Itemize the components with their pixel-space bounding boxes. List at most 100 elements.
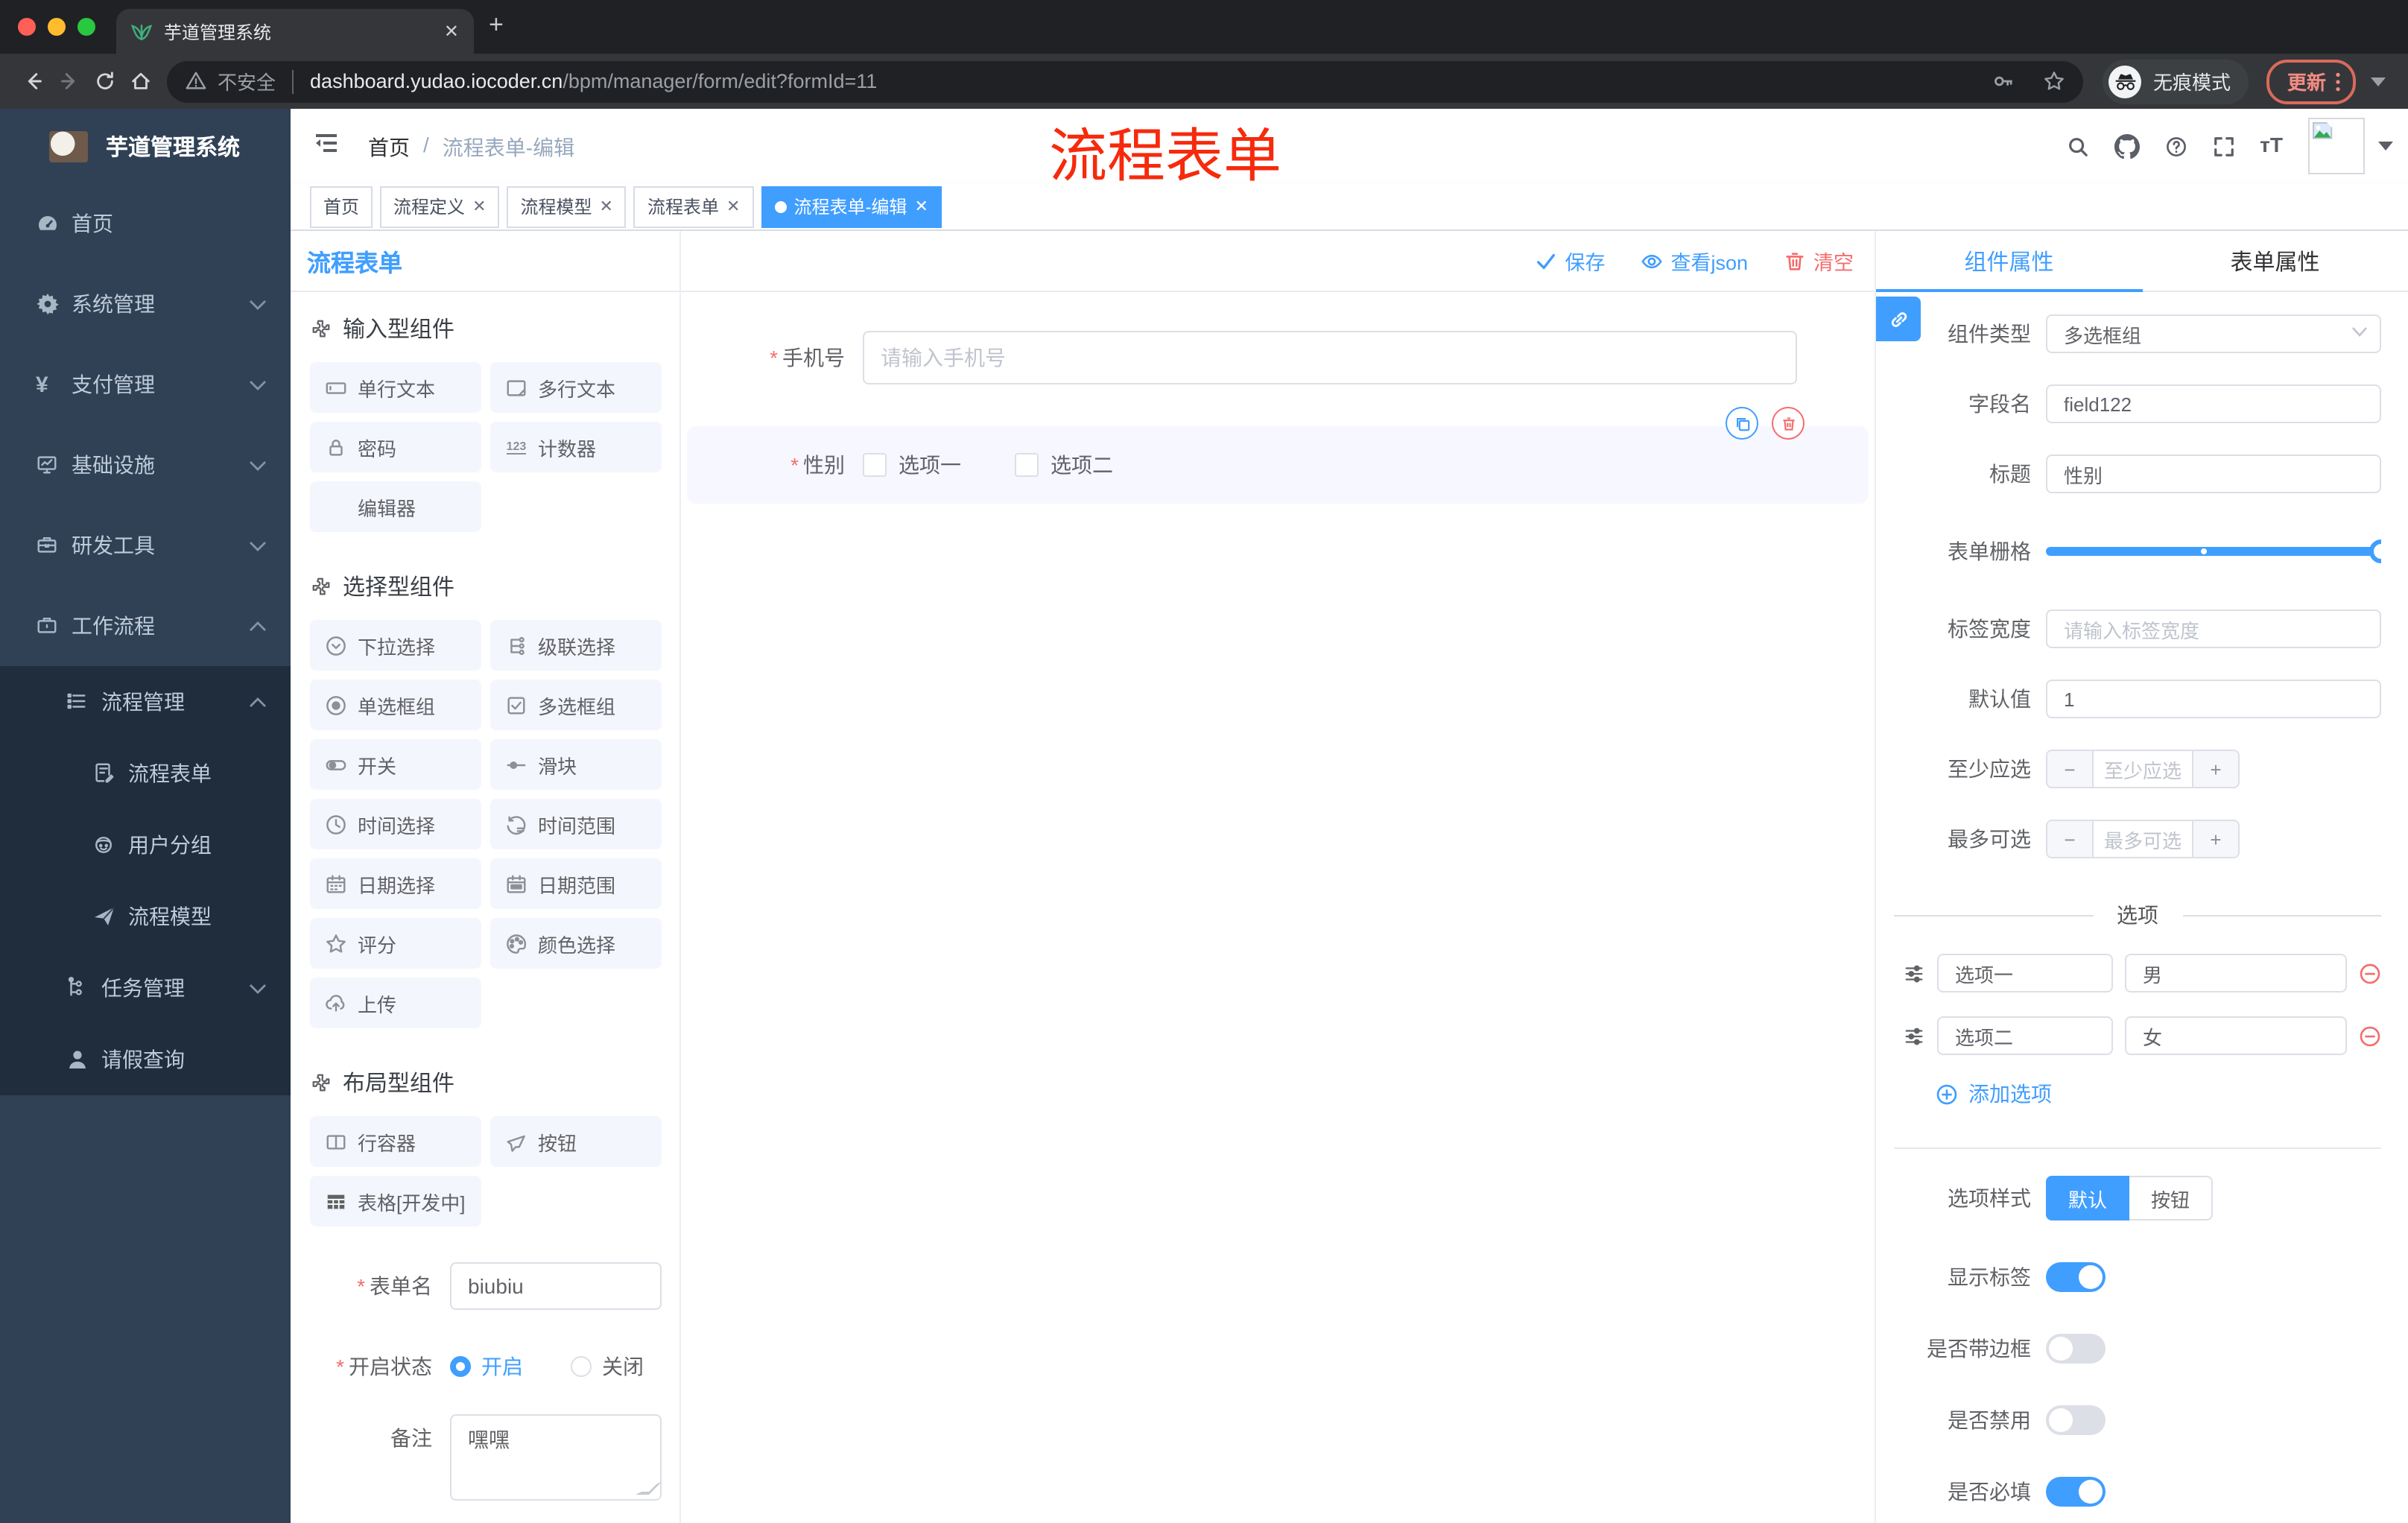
save-button[interactable]: 保存 <box>1535 246 1605 276</box>
security-label[interactable]: 不安全 <box>218 67 276 95</box>
reload-icon[interactable] <box>86 63 122 99</box>
component-chip-颜色选择[interactable]: 颜色选择 <box>490 918 662 969</box>
component-type-select[interactable]: 多选框组 <box>2046 314 2381 353</box>
tab-component-props[interactable]: 组件属性 <box>1876 231 2142 291</box>
avatar-caret-icon[interactable] <box>2378 142 2393 151</box>
status-off-radio[interactable]: 关闭 <box>571 1352 644 1381</box>
phone-input[interactable]: 请输入手机号 <box>863 331 1797 384</box>
form-remark-textarea[interactable]: 嘿嘿 <box>450 1414 662 1501</box>
forward-icon[interactable] <box>51 63 86 99</box>
sidebar-item-工作流程[interactable]: 工作流程 <box>0 586 291 666</box>
sidebar-item-请假查询[interactable]: 请假查询 <box>0 1024 291 1095</box>
delete-component-button[interactable] <box>1772 407 1805 440</box>
new-tab-button[interactable]: + <box>489 10 504 40</box>
drag-handle-icon[interactable] <box>1903 962 1925 984</box>
checkbox-box[interactable] <box>1015 453 1039 477</box>
component-chip-上传[interactable]: 上传 <box>310 978 481 1028</box>
component-chip-多选框组[interactable]: 多选框组 <box>490 680 662 730</box>
form-name-input[interactable]: biubiu <box>450 1262 662 1310</box>
sidebar-item-研发工具[interactable]: 研发工具 <box>0 505 291 586</box>
tag-close-icon[interactable]: ✕ <box>600 197 613 216</box>
tag-首页[interactable]: 首页 <box>310 186 373 227</box>
min-select-stepper[interactable]: − 至少应选 + <box>2046 750 2240 788</box>
phone-field-row[interactable]: * 手机号 请输入手机号 <box>681 331 1797 384</box>
sidebar-item-任务管理[interactable]: 任务管理 <box>0 952 291 1024</box>
component-chip-表格[开发中][interactable]: 表格[开发中] <box>310 1176 481 1226</box>
collapse-sidebar-icon[interactable] <box>313 131 340 155</box>
component-chip-计数器[interactable]: 123 计数器 <box>490 422 662 472</box>
gender-checkbox-选项一[interactable]: 选项一 <box>863 450 961 480</box>
sidebar-item-流程模型[interactable]: 流程模型 <box>0 881 291 952</box>
component-chip-单行文本[interactable]: 单行文本 <box>310 362 481 413</box>
minus-button[interactable]: − <box>2047 751 2094 787</box>
home-icon[interactable] <box>122 63 158 99</box>
add-option-button[interactable]: 添加选项 <box>1936 1079 2381 1109</box>
sidebar-item-首页[interactable]: 首页 <box>0 183 291 264</box>
status-on-radio[interactable]: 开启 <box>450 1352 523 1381</box>
component-chip-时间范围[interactable]: 时间范围 <box>490 799 662 849</box>
sidebar-item-用户分组[interactable]: 用户分组 <box>0 809 291 881</box>
toggle-是否禁用[interactable] <box>2046 1405 2106 1435</box>
traffic-minimize-button[interactable] <box>48 18 66 36</box>
default-value-input[interactable]: 1 <box>2046 680 2381 718</box>
option-label-input[interactable]: 选项一 <box>1937 954 2113 992</box>
sidebar-item-系统管理[interactable]: 系统管理 <box>0 264 291 344</box>
component-chip-日期选择[interactable]: 日期选择 <box>310 858 481 909</box>
component-chip-滑块[interactable]: 滑块 <box>490 739 662 790</box>
form-grid-slider[interactable] <box>2046 532 2381 571</box>
option-value-input[interactable]: 男 <box>2125 954 2347 992</box>
help-icon[interactable] <box>2164 135 2187 157</box>
sidebar-logo[interactable]: 芋道管理系统 <box>0 109 291 183</box>
style-button-button[interactable]: 按钮 <box>2129 1176 2213 1220</box>
view-json-button[interactable]: 查看json <box>1641 246 1748 276</box>
browser-tab[interactable]: 芋道管理系统 ✕ <box>116 9 474 54</box>
breadcrumb-home[interactable]: 首页 <box>368 133 410 162</box>
fullscreen-icon[interactable] <box>2212 135 2234 157</box>
clear-button[interactable]: 清空 <box>1784 246 1854 276</box>
option-value-input[interactable]: 女 <box>2125 1016 2347 1055</box>
tag-close-icon[interactable]: ✕ <box>914 197 928 216</box>
font-size-icon[interactable]: ᴛT <box>2260 133 2283 159</box>
label-width-input[interactable]: 请输入标签宽度 <box>2046 609 2381 648</box>
search-icon[interactable] <box>2066 135 2088 157</box>
avatar[interactable] <box>2308 118 2365 174</box>
chrome-update-button[interactable]: 更新 <box>2266 59 2357 104</box>
sidebar-item-流程管理[interactable]: 流程管理 <box>0 666 291 738</box>
component-chip-日期范围[interactable]: 日期范围 <box>490 858 662 909</box>
component-chip-下拉选择[interactable]: 下拉选择 <box>310 620 481 671</box>
traffic-zoom-button[interactable] <box>77 18 95 36</box>
sidebar-item-支付管理[interactable]: ¥ 支付管理 <box>0 344 291 425</box>
max-select-stepper[interactable]: − 最多可选 + <box>2046 820 2240 858</box>
tag-流程表单-编辑[interactable]: 流程表单-编辑 ✕ <box>761 186 942 227</box>
sidebar-item-基础设施[interactable]: 基础设施 <box>0 425 291 505</box>
toggle-是否带边框[interactable] <box>2046 1334 2106 1364</box>
component-chip-按钮[interactable]: 按钮 <box>490 1116 662 1167</box>
tag-close-icon[interactable]: ✕ <box>472 197 486 216</box>
tag-流程定义[interactable]: 流程定义 ✕ <box>380 186 500 227</box>
title-input[interactable]: 性别 <box>2046 455 2381 493</box>
back-icon[interactable] <box>15 63 51 99</box>
profile-caret-icon[interactable] <box>2371 77 2386 86</box>
gender-field-block[interactable]: * 性别 选项一 选项二 <box>687 407 1869 504</box>
component-chip-行容器[interactable]: 行容器 <box>310 1116 481 1167</box>
style-default-button[interactable]: 默认 <box>2046 1176 2129 1220</box>
plus-button[interactable]: + <box>2192 821 2238 857</box>
password-key-icon[interactable] <box>1992 70 2015 92</box>
tab-close-icon[interactable]: ✕ <box>444 21 459 42</box>
remove-option-icon[interactable] <box>2359 1025 2381 1047</box>
component-chip-单选框组[interactable]: 单选框组 <box>310 680 481 730</box>
tag-流程模型[interactable]: 流程模型 ✕ <box>507 186 627 227</box>
component-chip-多行文本[interactable]: 多行文本 <box>490 362 662 413</box>
remove-option-icon[interactable] <box>2359 962 2381 984</box>
component-chip-级联选择[interactable]: 级联选择 <box>490 620 662 671</box>
bookmark-star-icon[interactable] <box>2043 70 2065 92</box>
toggle-是否必填[interactable] <box>2046 1477 2106 1507</box>
component-chip-评分[interactable]: 评分 <box>310 918 481 969</box>
traffic-close-button[interactable] <box>18 18 36 36</box>
component-chip-编辑器[interactable]: 编辑器 <box>310 481 481 532</box>
address-bar[interactable]: 不安全 dashboard.yudao.iocoder.cn /bpm/mana… <box>167 60 2083 102</box>
gender-checkbox-选项二[interactable]: 选项二 <box>1015 450 1113 480</box>
drag-handle-icon[interactable] <box>1903 1025 1925 1047</box>
github-icon[interactable] <box>2114 133 2140 159</box>
tag-close-icon[interactable]: ✕ <box>726 197 740 216</box>
